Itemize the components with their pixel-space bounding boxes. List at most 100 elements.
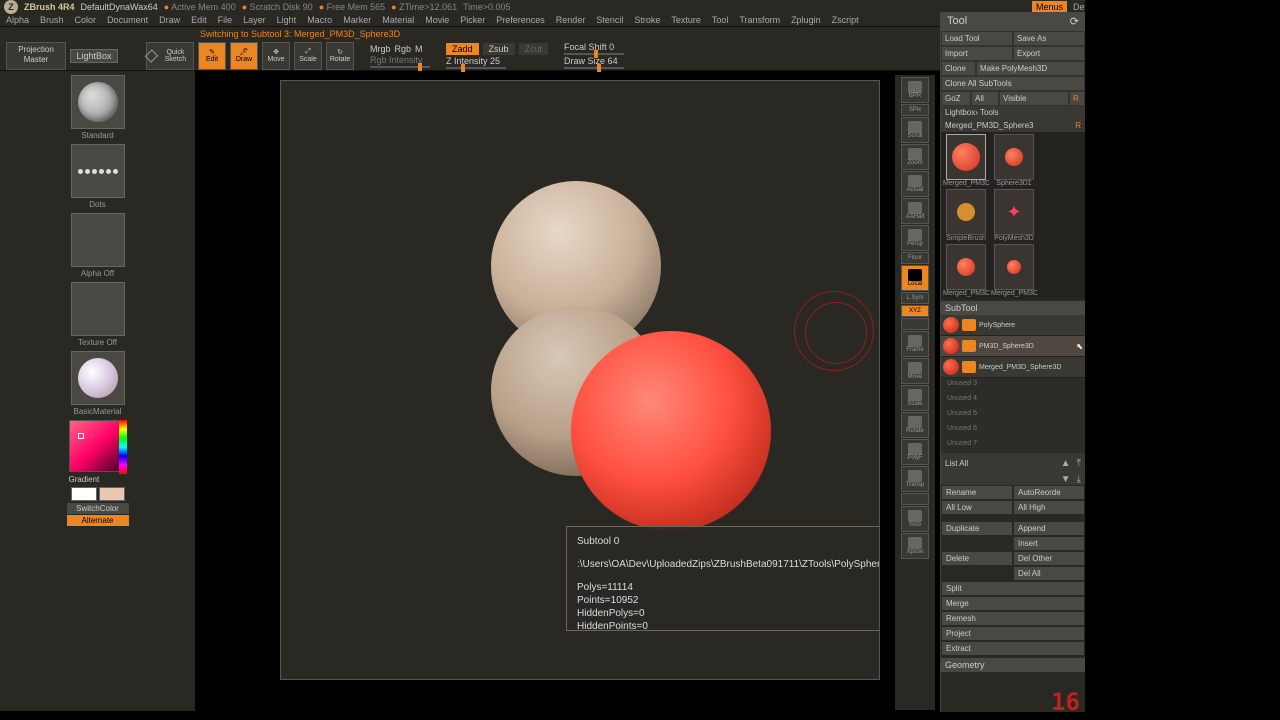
project-button[interactable]: Project bbox=[941, 626, 1085, 641]
menu-zscript[interactable]: Zscript bbox=[832, 15, 859, 25]
duplicate-button[interactable]: Duplicate bbox=[941, 521, 1013, 536]
alpha-thumb[interactable] bbox=[71, 213, 125, 267]
polyf-button[interactable]: PolyF bbox=[901, 439, 929, 465]
del-all-button[interactable]: Del All bbox=[1013, 566, 1085, 581]
menu-stencil[interactable]: Stencil bbox=[596, 15, 623, 25]
z-intensity-slider[interactable] bbox=[446, 67, 506, 69]
visibility-icon[interactable] bbox=[962, 340, 976, 352]
current-tool-row[interactable]: Merged_PM3D_Sphere3R bbox=[941, 119, 1085, 132]
projection-master-button[interactable]: Projection Master bbox=[6, 42, 66, 70]
tool-item-0[interactable] bbox=[946, 134, 986, 180]
menu-light[interactable]: Light bbox=[277, 15, 297, 25]
goz-all-button[interactable]: All bbox=[971, 91, 999, 106]
menu-movie[interactable]: Movie bbox=[425, 15, 449, 25]
transp-button[interactable]: Transp bbox=[901, 466, 929, 492]
persp-button[interactable]: Persp bbox=[901, 225, 929, 251]
quick-sketch-button[interactable]: Quick Sketch bbox=[146, 42, 194, 70]
aahalf-button[interactable]: AAHalf bbox=[901, 198, 929, 224]
menu-macro[interactable]: Macro bbox=[307, 15, 332, 25]
ghost-button[interactable] bbox=[901, 493, 929, 505]
xyz-button[interactable]: XYZ bbox=[901, 305, 929, 317]
material-thumb[interactable] bbox=[71, 351, 125, 405]
texture-thumb[interactable] bbox=[71, 282, 125, 336]
local-button[interactable]: Local bbox=[901, 265, 929, 291]
draw-mode-button[interactable]: 🖊Draw bbox=[230, 42, 258, 70]
brush-thumb[interactable] bbox=[71, 75, 125, 129]
move-top-icon[interactable]: ⤒ bbox=[1077, 458, 1081, 469]
move-up-icon[interactable]: ▲ bbox=[1061, 458, 1071, 469]
draw-size-slider[interactable] bbox=[564, 67, 624, 69]
subtool-row-1[interactable]: PM3D_Sphere3D⬉ bbox=[941, 336, 1085, 357]
import-button[interactable]: Import bbox=[941, 46, 1013, 61]
actual-button[interactable]: Actual bbox=[901, 171, 929, 197]
delete-button[interactable]: Delete bbox=[941, 551, 1013, 566]
goz-button[interactable]: GoZ bbox=[941, 91, 971, 106]
menu-document[interactable]: Document bbox=[107, 15, 148, 25]
menu-render[interactable]: Render bbox=[556, 15, 586, 25]
save-as-button[interactable]: Save As bbox=[1013, 31, 1085, 46]
tool-item-1[interactable] bbox=[994, 134, 1034, 180]
move-mode-button[interactable]: ✥Move bbox=[262, 42, 290, 70]
lightbox-button[interactable]: LightBox bbox=[70, 49, 118, 63]
viewport[interactable]: Subtool 0 :\Users\OA\Dev\UploadedZips\ZB… bbox=[280, 80, 880, 680]
all-low-button[interactable]: All Low bbox=[941, 500, 1013, 515]
stroke-thumb[interactable] bbox=[71, 144, 125, 198]
menu-picker[interactable]: Picker bbox=[460, 15, 485, 25]
unused-slot[interactable]: Unused 7 bbox=[941, 438, 1085, 453]
switch-color-button[interactable]: SwitchColor bbox=[67, 503, 129, 514]
autoreorder-button[interactable]: AutoReorde bbox=[1013, 485, 1085, 500]
unused-slot[interactable]: Unused 5 bbox=[941, 408, 1085, 423]
subtool-header[interactable]: SubTool bbox=[941, 301, 1085, 315]
append-button[interactable]: Append bbox=[1013, 521, 1085, 536]
menu-preferences[interactable]: Preferences bbox=[496, 15, 545, 25]
remesh-button[interactable]: Remesh bbox=[941, 611, 1085, 626]
goz-r-button[interactable]: R bbox=[1069, 91, 1085, 106]
del-other-button[interactable]: Del Other bbox=[1013, 551, 1085, 566]
menu-file[interactable]: File bbox=[218, 15, 233, 25]
mrgb-toggle[interactable]: Mrgb bbox=[370, 44, 391, 54]
clone-button[interactable]: Clone bbox=[941, 61, 976, 76]
blank-button[interactable] bbox=[901, 318, 929, 330]
solo-button[interactable]: Solo bbox=[901, 506, 929, 532]
zcut-button[interactable]: Zcut bbox=[519, 43, 549, 55]
visibility-icon[interactable] bbox=[962, 319, 976, 331]
hue-strip[interactable] bbox=[119, 420, 127, 474]
make-polymesh-button[interactable]: Make PolyMesh3D bbox=[976, 61, 1085, 76]
load-tool-button[interactable]: Load Tool bbox=[941, 31, 1013, 46]
scale-button[interactable]: Scale bbox=[901, 385, 929, 411]
color-picker[interactable] bbox=[69, 420, 127, 472]
subtool-row-2[interactable]: Merged_PM3D_Sphere3D bbox=[941, 357, 1085, 378]
swatch-main[interactable] bbox=[71, 487, 97, 501]
zsub-button[interactable]: Zsub bbox=[483, 43, 515, 55]
move-button[interactable]: Move bbox=[901, 358, 929, 384]
tool-item-3[interactable]: ✦ bbox=[994, 189, 1034, 235]
zadd-button[interactable]: Zadd bbox=[446, 43, 479, 55]
rotate-mode-button[interactable]: ↻Rotate bbox=[326, 42, 354, 70]
menu-transform[interactable]: Transform bbox=[739, 15, 780, 25]
menu-material[interactable]: Material bbox=[382, 15, 414, 25]
tool-item-4[interactable] bbox=[946, 244, 986, 290]
unused-slot[interactable]: Unused 6 bbox=[941, 423, 1085, 438]
insert-button[interactable]: Insert bbox=[1013, 536, 1085, 551]
m-toggle[interactable]: M bbox=[415, 44, 423, 54]
menu-zplugin[interactable]: Zplugin bbox=[791, 15, 821, 25]
split-button[interactable]: Split bbox=[941, 581, 1085, 596]
merge-button[interactable]: Merge bbox=[941, 596, 1085, 611]
unused-slot[interactable]: Unused 3 bbox=[941, 378, 1085, 393]
menu-stroke[interactable]: Stroke bbox=[634, 15, 660, 25]
export-button[interactable]: Export bbox=[1013, 46, 1085, 61]
swatch-secondary[interactable] bbox=[99, 487, 125, 501]
menu-layer[interactable]: Layer bbox=[243, 15, 266, 25]
zoom-button[interactable]: Zoom bbox=[901, 144, 929, 170]
unused-slot[interactable]: Unused 4 bbox=[941, 393, 1085, 408]
edit-mode-button[interactable]: ✎Edit bbox=[198, 42, 226, 70]
menu-texture[interactable]: Texture bbox=[671, 15, 701, 25]
floor-button[interactable]: Floor bbox=[901, 252, 929, 264]
clone-all-button[interactable]: Clone All SubTools bbox=[941, 76, 1085, 91]
extract-button[interactable]: Extract bbox=[941, 641, 1085, 656]
rgb-toggle[interactable]: Rgb bbox=[395, 44, 412, 54]
rename-button[interactable]: Rename bbox=[941, 485, 1013, 500]
rgb-intensity-slider[interactable] bbox=[370, 66, 430, 68]
move-bottom-icon[interactable]: ⤓ bbox=[1077, 474, 1081, 485]
rotate-button[interactable]: Rotate bbox=[901, 412, 929, 438]
